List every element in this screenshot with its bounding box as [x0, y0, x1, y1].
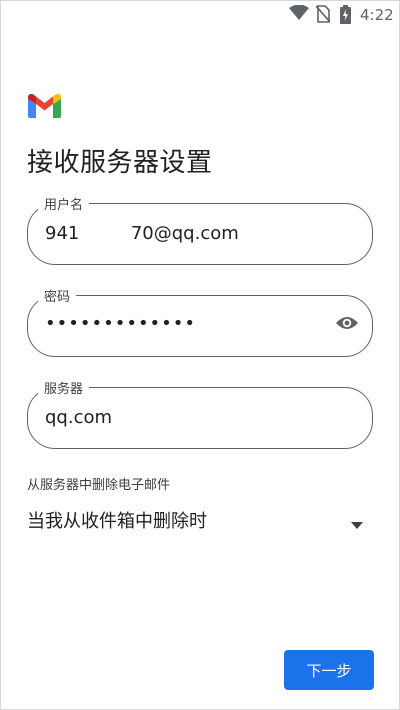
page-title: 接收服务器设置 — [27, 148, 213, 178]
eye-icon[interactable] — [335, 315, 359, 335]
no-sim-icon — [315, 5, 331, 27]
password-field[interactable]: 密码 ••••••••••••• — [27, 286, 373, 357]
battery-charging-icon — [340, 5, 351, 28]
next-button[interactable]: 下一步 — [284, 650, 374, 690]
username-field[interactable]: 用户名 941 70@qq.com — [27, 194, 373, 265]
delete-setting-dropdown[interactable]: 当我从收件箱中删除时 — [27, 503, 373, 535]
status-bar: 4:22 — [0, 0, 400, 30]
dropdown-arrow-icon — [351, 514, 363, 533]
password-label: 密码 — [38, 286, 77, 305]
server-label: 服务器 — [38, 378, 90, 397]
gmail-logo — [28, 93, 61, 122]
username-label: 用户名 — [38, 194, 90, 213]
delete-setting-value: 当我从收件箱中删除时 — [27, 511, 207, 532]
server-field[interactable]: 服务器 qq.com — [27, 378, 373, 449]
delete-setting-label: 从服务器中删除电子邮件 — [27, 478, 171, 493]
wifi-icon — [289, 4, 309, 25]
password-value[interactable]: ••••••••••••• — [45, 313, 196, 334]
status-time: 4:22 — [360, 6, 394, 24]
username-value[interactable]: 941 70@qq.com — [45, 223, 239, 244]
server-value[interactable]: qq.com — [45, 407, 112, 428]
